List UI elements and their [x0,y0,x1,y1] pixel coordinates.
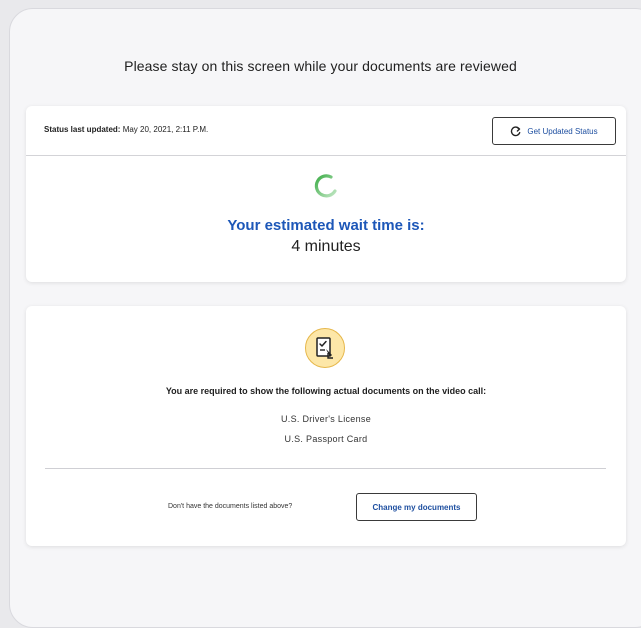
get-updated-status-label: Get Updated Status [527,126,598,136]
get-updated-status-button[interactable]: Get Updated Status [492,117,616,145]
status-timestamp: May 20, 2021, 2:11 P.M. [122,125,209,134]
divider [45,468,606,469]
loading-spinner-icon [312,172,340,200]
refresh-icon [510,125,521,137]
documents-card: You are required to show the following a… [26,306,626,546]
status-card: Status last updated: May 20, 2021, 2:11 … [26,106,626,282]
status-last-updated: Status last updated: May 20, 2021, 2:11 … [44,125,208,134]
status-header: Status last updated: May 20, 2021, 2:11 … [26,106,626,156]
document-checklist-icon [305,328,345,368]
page-title: Please stay on this screen while your do… [124,58,517,74]
wait-time-label: Your estimated wait time is: [227,217,425,234]
wait-time-value: 4 minutes [291,238,361,255]
change-my-documents-button[interactable]: Change my documents [356,493,477,521]
list-item: U.S. Driver's License [280,414,372,424]
status-label: Status last updated: [44,125,121,134]
required-documents-text: You are required to show the following a… [165,386,487,396]
list-item: U.S. Passport Card [284,434,368,444]
missing-documents-prompt: Don't have the documents listed above? [168,503,293,510]
